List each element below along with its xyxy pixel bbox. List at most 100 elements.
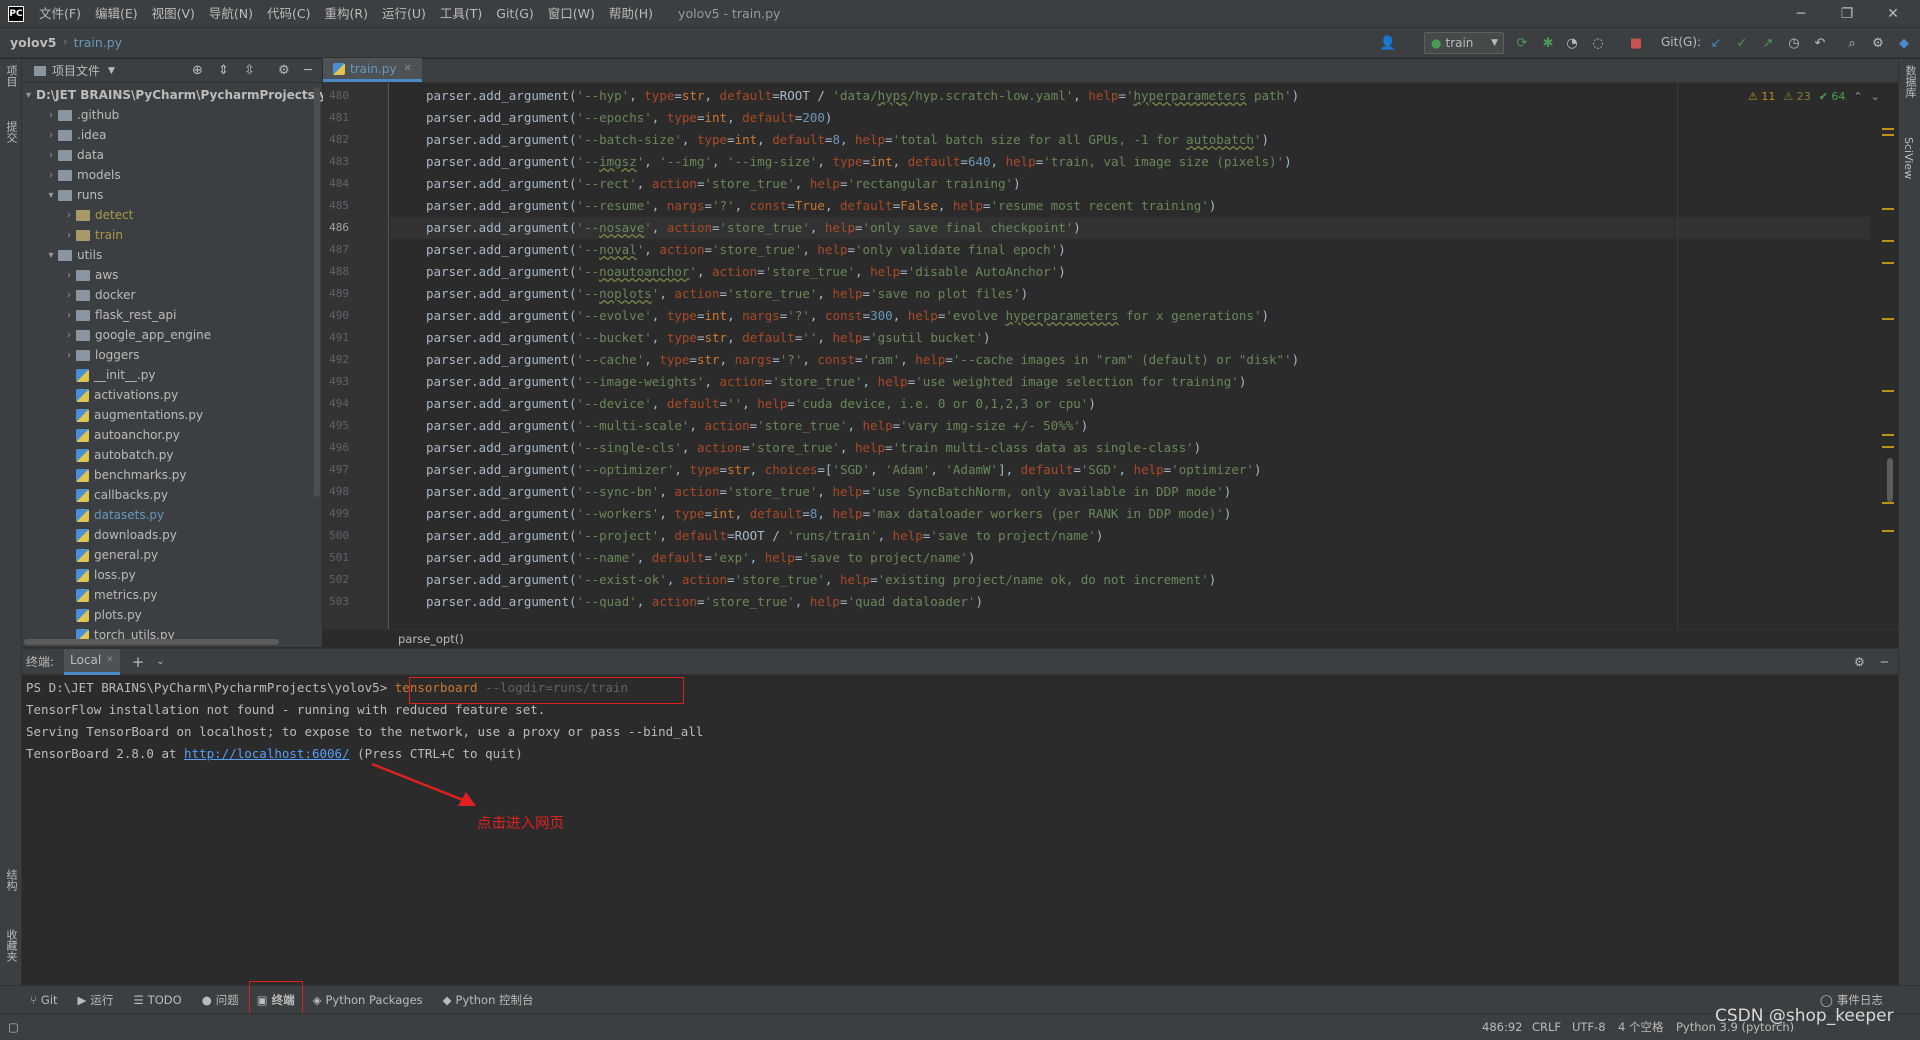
- structure-toolwindow-button[interactable]: 结构: [3, 869, 19, 891]
- profile-icon[interactable]: ◌: [1590, 35, 1606, 51]
- tree-folder-item[interactable]: ▾ runs: [22, 185, 322, 205]
- rollback-icon[interactable]: ↶: [1812, 35, 1828, 51]
- tree-folder-item[interactable]: ▾ D:\JET BRAINS\PyCharm\PycharmProjects\y…: [22, 85, 364, 105]
- tree-file-item[interactable]: callbacks.py: [22, 485, 322, 505]
- chevron-up-icon[interactable]: ⌃: [1853, 90, 1862, 103]
- chevron-right-icon[interactable]: ›: [44, 130, 58, 141]
- toolwindow-button[interactable]: ● 问题: [192, 986, 249, 1014]
- error-stripe-marker[interactable]: [1882, 262, 1894, 264]
- tree-folder-item[interactable]: › detect: [22, 205, 322, 225]
- tree-file-item[interactable]: general.py: [22, 545, 322, 565]
- tree-file-item[interactable]: metrics.py: [22, 585, 322, 605]
- error-stripe-marker[interactable]: [1882, 134, 1894, 136]
- tensorboard-link[interactable]: http://localhost:6006/: [184, 746, 350, 761]
- tree-folder-item[interactable]: › flask_rest_api: [22, 305, 322, 325]
- chevron-right-icon[interactable]: ›: [44, 150, 58, 161]
- maximize-button[interactable]: ❐: [1824, 0, 1870, 28]
- tree-file-item[interactable]: autoanchor.py: [22, 425, 322, 445]
- menu-item[interactable]: 重构(R): [318, 0, 375, 28]
- menu-item[interactable]: 运行(U): [375, 0, 433, 28]
- toolwindow-button[interactable]: ◆ Python 控制台: [433, 986, 544, 1014]
- chevron-down-icon[interactable]: ▾: [26, 90, 31, 101]
- caret-position[interactable]: 486:92: [1482, 1014, 1522, 1040]
- tree-folder-item[interactable]: › aws: [22, 265, 322, 285]
- error-stripe-marker[interactable]: [1882, 502, 1894, 504]
- tree-file-item[interactable]: autobatch.py: [22, 445, 322, 465]
- project-panel-title[interactable]: 项目文件: [52, 62, 100, 79]
- breadcrumb-file[interactable]: train.py: [74, 35, 122, 50]
- file-encoding[interactable]: UTF-8: [1572, 1014, 1606, 1040]
- function-breadcrumb[interactable]: parse_opt(): [323, 629, 1898, 647]
- locate-icon[interactable]: ⊕: [192, 63, 203, 78]
- close-window-button[interactable]: ✕: [1870, 0, 1916, 28]
- menu-item[interactable]: Git(G): [489, 0, 541, 28]
- menu-item[interactable]: 工具(T): [433, 0, 489, 28]
- database-toolwindow-button[interactable]: 数据库: [1902, 65, 1918, 98]
- terminal-tab-local[interactable]: Local ✕: [64, 648, 120, 675]
- chevron-right-icon[interactable]: ›: [44, 110, 58, 121]
- user-icon[interactable]: 👤: [1380, 35, 1396, 51]
- chevron-right-icon[interactable]: ›: [62, 290, 76, 301]
- error-stripe-marker[interactable]: [1882, 240, 1894, 242]
- chevron-right-icon[interactable]: ›: [62, 210, 76, 221]
- tree-folder-item[interactable]: ▾ utils: [22, 245, 322, 265]
- menu-item[interactable]: 视图(V): [145, 0, 202, 28]
- editor-scrollbar[interactable]: [1887, 458, 1893, 502]
- inspection-widget[interactable]: ⚠ 11 ⚠ 23 ✔ 64 ⌃ ⌄: [1748, 90, 1880, 103]
- tree-file-item[interactable]: loss.py: [22, 565, 322, 585]
- gear-icon[interactable]: ⚙: [1854, 655, 1865, 669]
- sciview-toolwindow-button[interactable]: SciView: [1902, 137, 1915, 179]
- git-push-icon[interactable]: ↗: [1760, 35, 1776, 51]
- menu-item[interactable]: 窗口(W): [541, 0, 602, 28]
- tree-file-item[interactable]: __init__.py: [22, 365, 322, 385]
- tree-file-item[interactable]: augmentations.py: [22, 405, 322, 425]
- tree-file-item[interactable]: downloads.py: [22, 525, 322, 545]
- error-stripe-marker[interactable]: [1882, 434, 1894, 436]
- chevron-right-icon[interactable]: ›: [62, 230, 76, 241]
- search-icon[interactable]: ⌕: [1844, 35, 1860, 51]
- tree-file-item[interactable]: benchmarks.py: [22, 465, 322, 485]
- tree-folder-item[interactable]: › loggers: [22, 345, 322, 365]
- menu-item[interactable]: 文件(F): [32, 0, 88, 28]
- settings-icon[interactable]: ⚙: [1870, 35, 1886, 51]
- tree-folder-item[interactable]: › train: [22, 225, 322, 245]
- toolwindow-button[interactable]: ▶ 运行: [68, 986, 124, 1014]
- project-toolwindow-button[interactable]: 项目: [3, 65, 19, 87]
- tab-train-py[interactable]: train.py ✕: [323, 58, 422, 82]
- chevron-down-icon[interactable]: ⌄: [156, 656, 164, 667]
- close-tab-icon[interactable]: ✕: [106, 655, 114, 665]
- chevron-down-icon[interactable]: ⌄: [1871, 90, 1880, 103]
- line-separator[interactable]: CRLF: [1532, 1014, 1561, 1040]
- toolwindow-button[interactable]: ◈ Python Packages: [303, 986, 433, 1014]
- close-tab-icon[interactable]: ✕: [403, 63, 411, 74]
- stop-icon[interactable]: ■: [1628, 35, 1644, 51]
- tree-folder-item[interactable]: › .github: [22, 105, 322, 125]
- commit-toolwindow-button[interactable]: 提交: [3, 121, 19, 143]
- chevron-right-icon[interactable]: ›: [62, 310, 76, 321]
- coverage-icon[interactable]: ◔: [1564, 35, 1580, 51]
- tree-folder-item[interactable]: › docker: [22, 285, 322, 305]
- git-update-icon[interactable]: ↙: [1708, 35, 1724, 51]
- error-stripe-marker[interactable]: [1882, 208, 1894, 210]
- chevron-right-icon[interactable]: ›: [62, 330, 76, 341]
- gear-icon[interactable]: ⚙: [278, 63, 290, 78]
- chevron-down-icon[interactable]: ▼: [108, 66, 115, 76]
- chevron-right-icon[interactable]: ›: [62, 270, 76, 281]
- tree-folder-item[interactable]: › models: [22, 165, 322, 185]
- code-area[interactable]: parser.add_argument('--hyp', type=str, d…: [390, 83, 1870, 629]
- chevron-right-icon[interactable]: ›: [44, 170, 58, 181]
- error-stripe-marker[interactable]: [1882, 446, 1894, 448]
- hide-panel-icon[interactable]: ─: [304, 63, 312, 78]
- chevron-down-icon[interactable]: ▾: [44, 190, 58, 201]
- git-commit-icon[interactable]: ✓: [1734, 35, 1750, 51]
- indent-setting[interactable]: 4 个空格: [1618, 1014, 1663, 1040]
- tree-file-item[interactable]: activations.py: [22, 385, 322, 405]
- debug-icon[interactable]: ✱: [1540, 35, 1556, 51]
- tree-folder-item[interactable]: › data: [22, 145, 322, 165]
- project-tree-scrollbar[interactable]: [314, 87, 320, 497]
- tree-folder-item[interactable]: › google_app_engine: [22, 325, 322, 345]
- new-terminal-icon[interactable]: +: [132, 653, 145, 671]
- tree-folder-item[interactable]: › .idea: [22, 125, 322, 145]
- rerun-icon[interactable]: ⟳: [1514, 35, 1530, 51]
- collapse-all-icon[interactable]: ⇳: [244, 63, 255, 78]
